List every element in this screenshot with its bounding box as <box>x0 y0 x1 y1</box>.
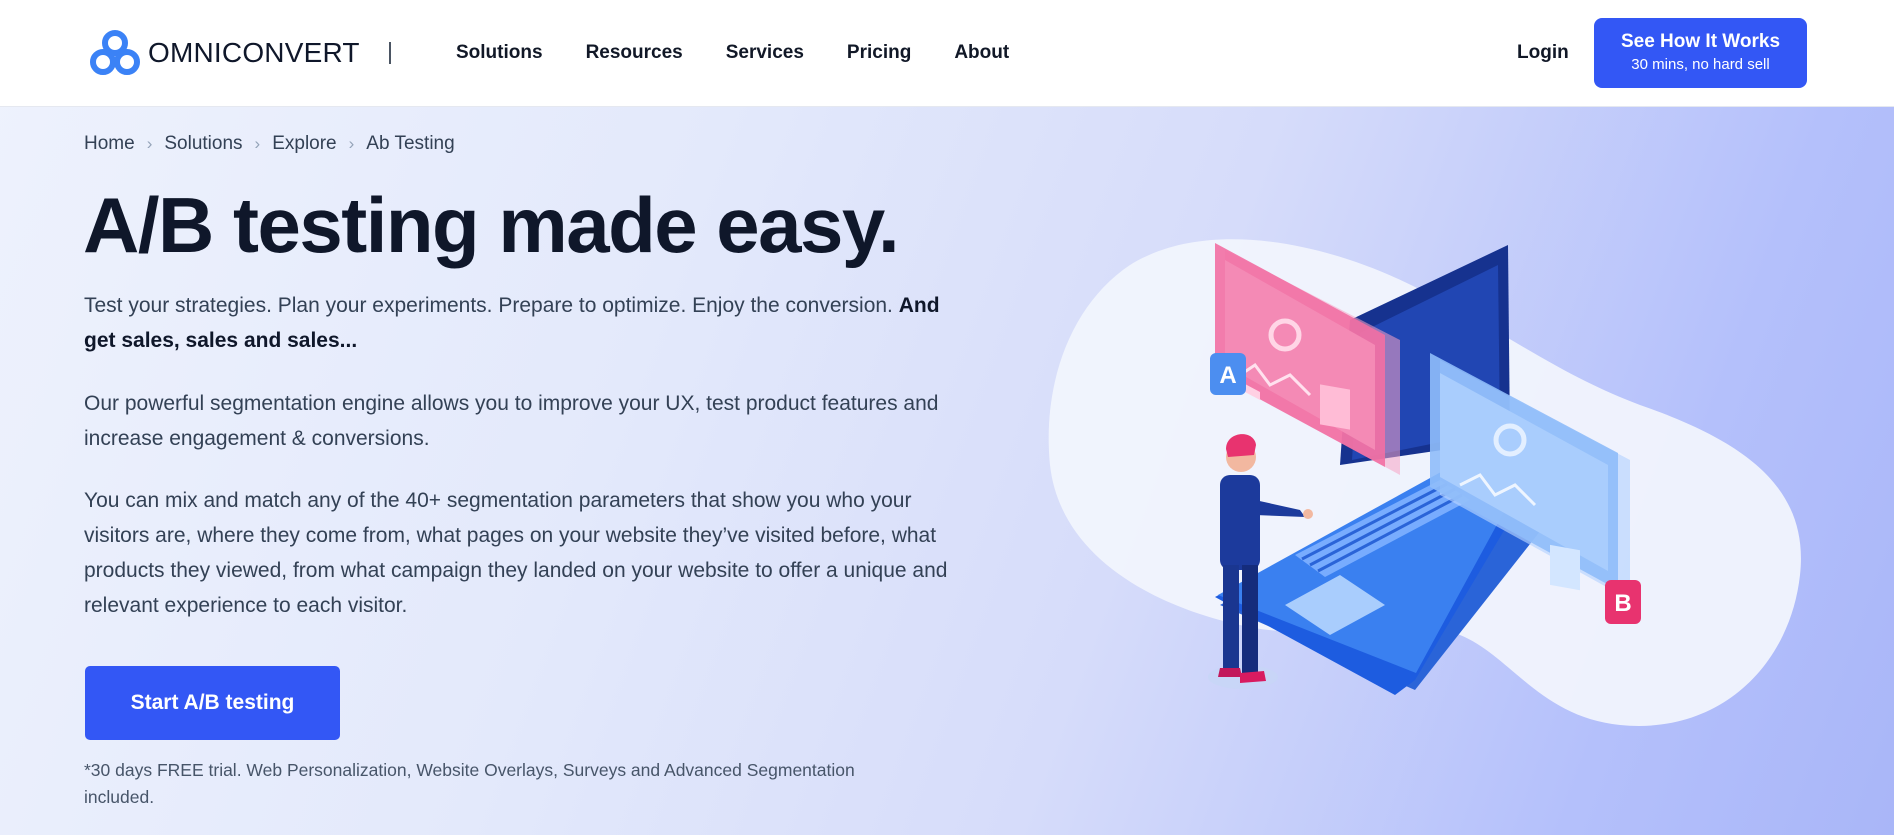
hero-paragraph-segmentation: Our powerful segmentation engine allows … <box>84 392 939 450</box>
hero-paragraph-parameters: You can mix and match any of the 40+ seg… <box>84 489 948 617</box>
breadcrumb-current: Ab Testing <box>366 133 455 154</box>
hero-intro-text: Test your strategies. Plan your experime… <box>84 294 899 317</box>
breadcrumb-solutions[interactable]: Solutions <box>164 133 242 155</box>
see-how-it-works-button[interactable]: See How It Works 30 mins, no hard sell <box>1594 18 1807 88</box>
badge-b: B <box>1605 580 1641 624</box>
main-nav: Solutions Resources Services Pricing Abo… <box>456 0 1052 106</box>
nav-item-pricing[interactable]: Pricing <box>847 42 911 64</box>
nav-item-solutions[interactable]: Solutions <box>456 42 543 64</box>
ab-testing-illustration: A B <box>1048 239 1801 726</box>
badge-a-label: A <box>1219 362 1236 389</box>
page-title: A/B testing made easy. <box>83 181 900 269</box>
logo-text: OMNICONVERT <box>148 37 360 68</box>
chevron-right-icon: › <box>254 134 261 153</box>
page: OMNICONVERT Solutions Resources Services… <box>0 0 1894 835</box>
omniconvert-logo-icon <box>90 30 140 75</box>
breadcrumb-explore[interactable]: Explore <box>272 133 336 155</box>
start-ab-testing-button[interactable]: Start A/B testing <box>85 666 340 740</box>
see-how-it-works-title: See How It Works <box>1620 31 1781 52</box>
site-header: OMNICONVERT Solutions Resources Services… <box>0 0 1894 107</box>
login-link[interactable]: Login <box>1517 42 1569 64</box>
badge-b-label: B <box>1614 590 1631 617</box>
nav-item-resources[interactable]: Resources <box>586 42 683 64</box>
badge-a: A <box>1210 353 1246 395</box>
nav-item-about[interactable]: About <box>954 42 1009 64</box>
chevron-right-icon: › <box>146 134 153 153</box>
see-how-it-works-subtitle: 30 mins, no hard sell <box>1631 56 1770 73</box>
logo[interactable]: OMNICONVERT <box>88 28 360 78</box>
hero-intro: Test your strategies. Plan your experime… <box>84 288 964 358</box>
nav-item-services[interactable]: Services <box>726 42 804 64</box>
chevron-right-icon: › <box>348 134 355 153</box>
breadcrumb: Home › Solutions › Explore › Ab Testing <box>84 133 455 155</box>
header-divider <box>389 42 391 64</box>
breadcrumb-home[interactable]: Home <box>84 133 135 155</box>
trial-note: *30 days FREE trial. Web Personalization… <box>84 760 855 807</box>
